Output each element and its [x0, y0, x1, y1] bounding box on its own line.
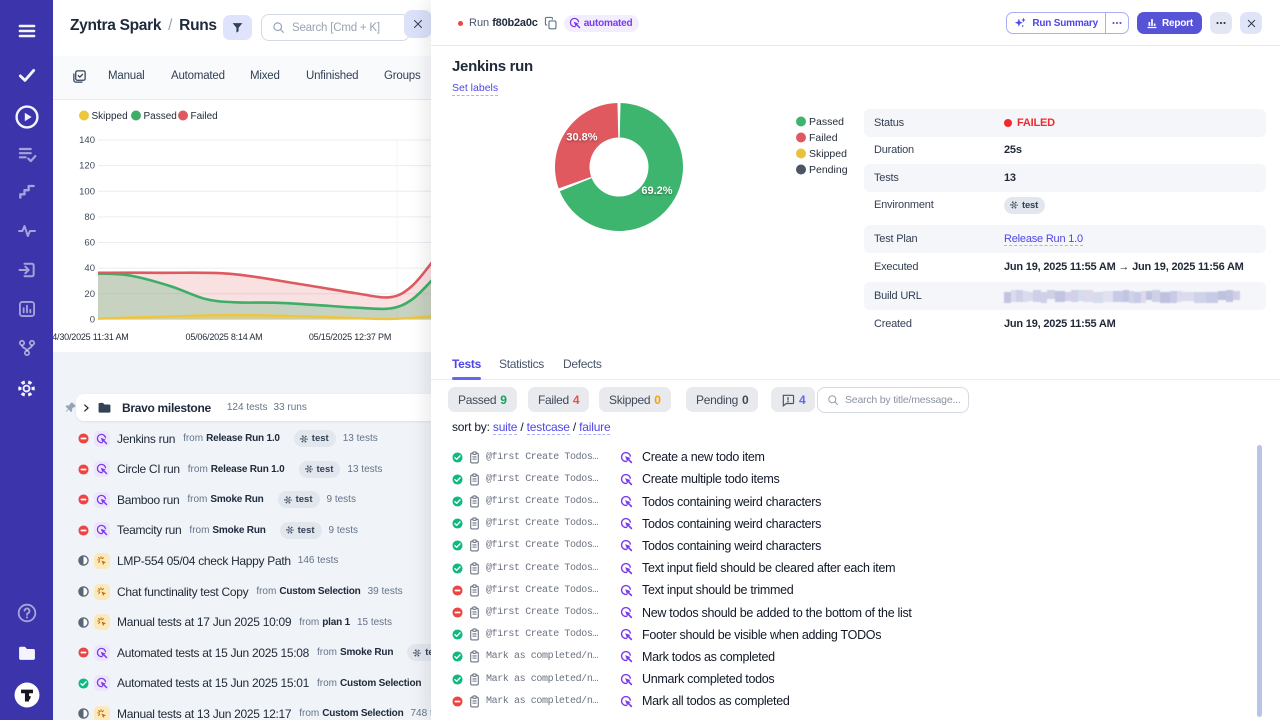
svg-text:80: 80: [84, 212, 95, 223]
svg-text:0: 0: [90, 314, 95, 325]
svg-text:Skipped: Skipped: [809, 148, 847, 160]
svg-text:05/06/2025 8:14 AM: 05/06/2025 8:14 AM: [186, 332, 263, 342]
svg-text:140: 140: [79, 135, 95, 146]
svg-text:Passed: Passed: [809, 116, 844, 128]
svg-text:69.2%: 69.2%: [641, 185, 672, 197]
svg-text:30.8%: 30.8%: [566, 132, 597, 144]
svg-text:Pending: Pending: [809, 164, 848, 176]
svg-text:Failed: Failed: [191, 111, 218, 122]
svg-text:04/30/2025 11:31 AM: 04/30/2025 11:31 AM: [47, 332, 128, 342]
svg-text:40: 40: [84, 263, 95, 274]
svg-text:05/15/2025 12:37 PM: 05/15/2025 12:37 PM: [309, 332, 391, 342]
svg-text:Passed: Passed: [144, 111, 177, 122]
svg-text:60: 60: [84, 238, 95, 249]
svg-text:120: 120: [79, 161, 95, 172]
svg-text:Skipped: Skipped: [92, 111, 128, 122]
svg-text:20: 20: [84, 289, 95, 300]
svg-text:Failed: Failed: [809, 132, 838, 144]
svg-text:100: 100: [79, 186, 95, 197]
